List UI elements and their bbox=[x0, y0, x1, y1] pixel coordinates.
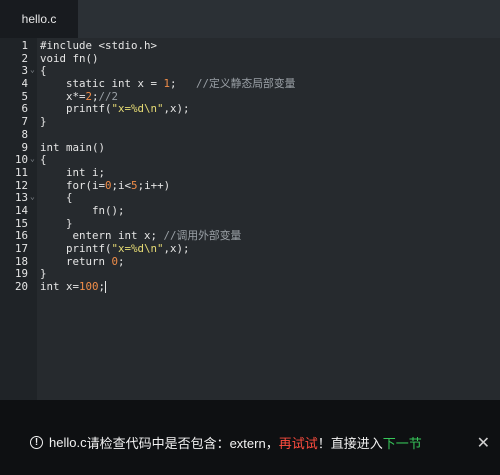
code-editor[interactable]: 1 #include <stdio.h> 2 void fn() 3 ⌄{4 static… bbox=[0, 38, 500, 400]
code-text: return 0; bbox=[40, 254, 125, 269]
code-token: x*= bbox=[40, 89, 86, 103]
line-number: 11 bbox=[14, 165, 28, 179]
close-icon[interactable]: ✕ bbox=[477, 433, 490, 453]
line-number: 10 bbox=[14, 153, 28, 167]
code-line[interactable]: 6 printf("x=%d\n",x); bbox=[0, 103, 500, 116]
code-token: { bbox=[40, 191, 73, 205]
code-token: } bbox=[40, 216, 73, 230]
line-number: 1 bbox=[21, 39, 28, 52]
text-cursor bbox=[105, 281, 107, 294]
tab-bar: hello.c bbox=[0, 0, 500, 38]
code-token: //调用外部变量 bbox=[163, 229, 242, 243]
hint-message: ! hello.c 请检查代码中是否包含：extern， 再试试 ！直接进入 下… bbox=[30, 433, 422, 452]
code-token: ,x); bbox=[163, 102, 190, 116]
code-token: fn(); bbox=[40, 203, 125, 217]
code-token: printf( bbox=[40, 242, 112, 255]
chevron-down-icon[interactable]: ⌄ bbox=[30, 64, 35, 77]
code-token: int x= bbox=[40, 280, 80, 294]
code-token: { bbox=[40, 153, 47, 167]
code-text: int x=100; bbox=[40, 280, 107, 294]
next-section-link[interactable]: 下一节 bbox=[383, 433, 422, 452]
code-line[interactable]: 9 int main() bbox=[0, 140, 500, 155]
code-token: "x=%d\n" bbox=[111, 102, 164, 116]
code-line[interactable]: 20 int x=100; bbox=[0, 280, 500, 294]
code-token: #include <stdio.h> bbox=[40, 39, 158, 52]
code-line[interactable]: 14 fn(); bbox=[0, 203, 500, 218]
code-token: void fn() bbox=[40, 51, 99, 65]
line-number: 7 bbox=[21, 115, 28, 129]
code-token: ;i< bbox=[111, 178, 132, 192]
code-token: ,x); bbox=[163, 242, 190, 255]
code-token: "x=%d\n" bbox=[111, 242, 164, 255]
info-icon: ! bbox=[30, 435, 43, 449]
line-number: 14 bbox=[14, 203, 28, 217]
code-token: 100 bbox=[79, 280, 99, 294]
line-number: 17 bbox=[14, 242, 28, 255]
code-token: //2 bbox=[98, 89, 119, 103]
code-token: return bbox=[40, 254, 112, 268]
code-token: int main() bbox=[40, 140, 106, 154]
code-token: } bbox=[40, 267, 47, 281]
code-text: printf("x=%d\n",x); bbox=[40, 103, 190, 116]
hint-middle-text: ！直接进入 bbox=[317, 435, 383, 451]
line-number: 20 bbox=[14, 280, 28, 294]
code-token: int i; bbox=[40, 165, 106, 179]
code-token: static int x = bbox=[40, 77, 164, 91]
code-token: } bbox=[40, 115, 47, 129]
code-text: void fn() bbox=[40, 51, 99, 66]
code-line[interactable]: 12 for(i=0;i<5;i++) bbox=[0, 178, 500, 193]
code-token: ;i++) bbox=[137, 178, 171, 192]
code-token: { bbox=[40, 64, 47, 78]
bottom-panel: ! hello.c 请检查代码中是否包含：extern， 再试试 ！直接进入 下… bbox=[0, 400, 500, 475]
hint-text: 请检查代码中是否包含：extern， bbox=[86, 435, 279, 451]
code-text: } bbox=[40, 115, 47, 129]
code-token: for(i= bbox=[40, 178, 106, 192]
code-area[interactable]: 1 #include <stdio.h> 2 void fn() 3 ⌄{4 static… bbox=[0, 38, 500, 294]
code-line[interactable]: 7} bbox=[0, 115, 500, 129]
code-line[interactable]: 18 return 0; bbox=[0, 254, 500, 269]
code-line[interactable]: 2 void fn() bbox=[0, 51, 500, 66]
code-token: printf( bbox=[40, 102, 112, 116]
tab-hello-c[interactable]: hello.c bbox=[0, 0, 78, 38]
hint-file: hello.c bbox=[49, 434, 87, 450]
chevron-down-icon[interactable]: ⌄ bbox=[30, 191, 35, 204]
code-token: ; bbox=[118, 254, 125, 268]
code-text: int main() bbox=[40, 140, 106, 155]
code-token: ; bbox=[170, 77, 197, 91]
retry-link[interactable]: 再试试 bbox=[279, 433, 318, 452]
code-token: //定义静态局部变量 bbox=[196, 77, 296, 91]
line-number: 8 bbox=[21, 127, 28, 141]
line-number: 4 bbox=[21, 77, 28, 91]
chevron-down-icon[interactable]: ⌄ bbox=[30, 153, 35, 166]
code-token: entern int x; bbox=[40, 229, 164, 243]
